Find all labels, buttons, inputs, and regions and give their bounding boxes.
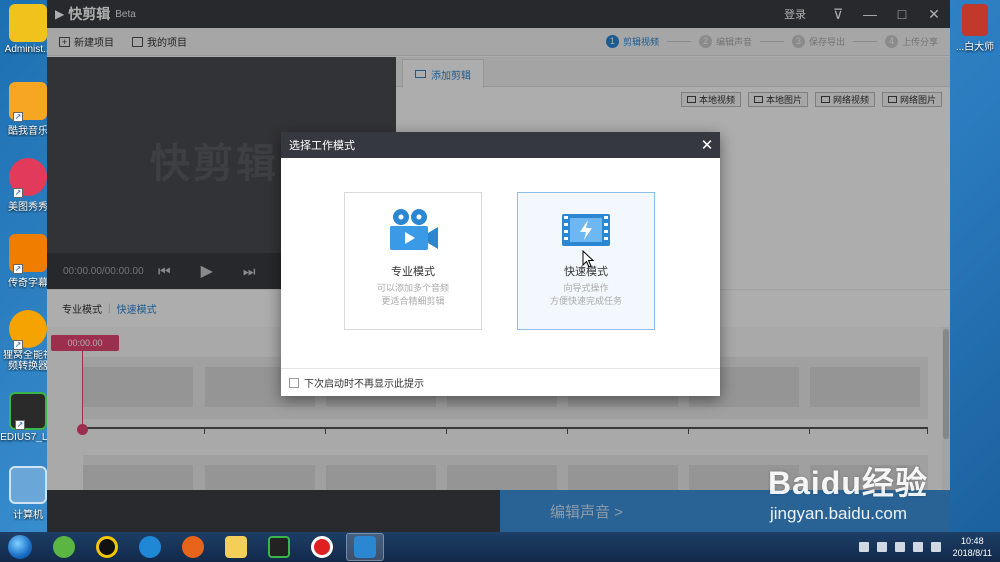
mode-description: 方便快速完成任务 bbox=[549, 296, 622, 306]
media-player-icon bbox=[139, 536, 161, 558]
desktop-icon-label: ...白大师 bbox=[955, 42, 995, 53]
taskbar-app-qq[interactable] bbox=[88, 533, 126, 561]
mode-title: 专业模式 bbox=[391, 266, 435, 278]
dialog-footer: 下次启动时不再显示此提示 bbox=[281, 368, 720, 396]
shortcut-arrow-icon: ↗ bbox=[15, 420, 25, 430]
watermark-brand: Baidu经验 bbox=[768, 465, 928, 501]
computer-icon bbox=[9, 466, 47, 504]
dialog-header: 选择工作模式 ✕ bbox=[281, 132, 720, 158]
taskbar-app-recorder[interactable] bbox=[303, 533, 341, 561]
taskbar-app-360[interactable] bbox=[45, 533, 83, 561]
shortcut-arrow-icon: ↗ bbox=[13, 340, 23, 350]
app-jar-icon bbox=[962, 4, 988, 36]
film-lightning-icon bbox=[562, 214, 610, 246]
meitu-icon: ↗ bbox=[9, 158, 47, 198]
start-button[interactable] bbox=[0, 532, 40, 562]
watermark-url: jingyan.baidu.com bbox=[770, 504, 908, 523]
pro-mode-card[interactable]: 专业模式 可以添加多个音频 更适合精细剪辑 bbox=[344, 192, 482, 330]
taskbar-app-edius[interactable] bbox=[260, 533, 298, 561]
clock-time: 10:48 bbox=[961, 536, 984, 546]
language-icon[interactable] bbox=[930, 542, 941, 552]
volume-icon[interactable] bbox=[912, 542, 923, 552]
chuanqi-subtitle-icon: ↗ bbox=[9, 234, 47, 274]
clock-date: 2018/8/11 bbox=[952, 548, 992, 558]
qq-penguin-icon bbox=[96, 536, 118, 558]
firefox-icon bbox=[182, 536, 204, 558]
baidu-jingyan-watermark: Baidu经验 jingyan.baidu.com bbox=[768, 458, 928, 524]
dont-show-again-label[interactable]: 下次启动时不再显示此提示 bbox=[304, 375, 424, 390]
dialog-title: 选择工作模式 bbox=[289, 140, 355, 152]
shortcut-arrow-icon: ↗ bbox=[13, 112, 23, 122]
360-browser-icon bbox=[53, 536, 75, 558]
desktop-icon-right-partial[interactable]: ...白大师 bbox=[950, 4, 1000, 53]
mouse-cursor-icon bbox=[582, 250, 594, 268]
movie-camera-icon bbox=[390, 209, 438, 250]
folder-icon bbox=[9, 4, 47, 42]
taskbar-app-explorer[interactable] bbox=[217, 533, 255, 561]
taskbar: 10:48 2018/8/11 bbox=[0, 532, 1000, 562]
system-tray: 10:48 2018/8/11 bbox=[858, 535, 1000, 559]
shortcut-arrow-icon: ↗ bbox=[13, 188, 23, 198]
shortcut-arrow-icon: ↗ bbox=[13, 264, 23, 274]
mode-description: 向导式操作 bbox=[563, 283, 609, 293]
kuaijianji-icon bbox=[354, 536, 376, 558]
file-explorer-icon bbox=[225, 536, 247, 558]
keyboard-icon[interactable] bbox=[858, 542, 869, 552]
windows-orb-icon bbox=[8, 535, 32, 559]
mode-description: 可以添加多个音频 bbox=[376, 283, 449, 293]
dont-show-again-checkbox[interactable] bbox=[289, 377, 299, 388]
work-mode-dialog: 选择工作模式 ✕ 专业模式 可以添加多个音频 更适合精细剪辑 快速模式 向导式操… bbox=[281, 132, 720, 396]
edius-icon bbox=[268, 536, 290, 558]
dialog-close-button[interactable]: ✕ bbox=[694, 136, 720, 154]
edius-icon: ↗ bbox=[9, 392, 47, 430]
taskbar-app-kuaijianji[interactable] bbox=[346, 533, 384, 561]
network-icon[interactable] bbox=[894, 542, 905, 552]
record-icon bbox=[311, 536, 333, 558]
taskbar-app-player[interactable] bbox=[131, 533, 169, 561]
liwo-converter-icon: ↗ bbox=[9, 310, 47, 350]
mode-description: 更适合精细剪辑 bbox=[381, 296, 445, 306]
taskbar-app-firefox[interactable] bbox=[174, 533, 212, 561]
kuwo-music-icon: ↗ bbox=[9, 82, 47, 122]
usb-icon[interactable] bbox=[876, 542, 887, 552]
clock[interactable]: 10:48 2018/8/11 bbox=[953, 535, 992, 559]
